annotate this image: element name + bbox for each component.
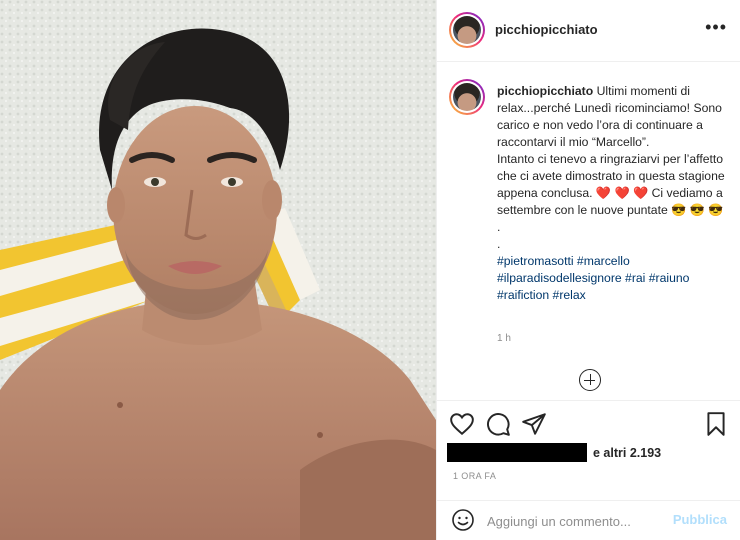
plus-circle-icon[interactable] [579,369,601,391]
caption-username[interactable]: picchiopicchiato [497,84,593,98]
heart-icon[interactable] [449,411,475,437]
post-header: picchiopicchiato ••• [437,0,740,62]
likes-count[interactable]: e altri 2.193 [593,446,661,460]
avatar-image [453,16,481,44]
avatar[interactable] [449,12,485,48]
caption-line: . [497,237,501,251]
caption-line: . [497,220,501,234]
instagram-post: picchiopicchiato ••• picchiopicchiato Ul… [0,0,740,540]
post-photo[interactable] [0,0,436,540]
comment-bubble-icon[interactable] [485,411,511,437]
comment-composer: Pubblica [437,500,740,540]
post-caption: picchiopicchiato Ultimi momenti di relax… [497,83,729,304]
post-timestamp: 1 ORA FA [453,471,497,481]
caption-avatar[interactable] [449,79,485,115]
more-horizontal-icon[interactable]: ••• [705,18,727,36]
publish-button[interactable]: Pubblica [673,512,727,527]
comment-input[interactable] [487,511,667,531]
avatar-image [453,83,481,111]
header-username[interactable]: picchiopicchiato [495,22,598,37]
bookmark-icon[interactable] [703,411,729,437]
post-side-panel: picchiopicchiato ••• picchiopicchiato Ul… [436,0,740,540]
smiley-icon[interactable] [451,508,475,532]
caption-line: Intanto ci tenevo a ringraziarvi per l’a… [497,152,725,217]
redacted-username [447,443,587,462]
caption-hashtags[interactable]: #pietromasotti #marcello #ilparadisodell… [497,253,729,304]
selfie-illustration [0,0,436,540]
action-bar: e altri 2.193 1 ORA FA [437,400,740,500]
paper-plane-icon[interactable] [521,411,547,437]
comments-section: picchiopicchiato Ultimi momenti di relax… [437,63,740,400]
likes-summary[interactable]: e altri 2.193 [447,443,661,462]
caption-time: 1 h [497,333,511,344]
